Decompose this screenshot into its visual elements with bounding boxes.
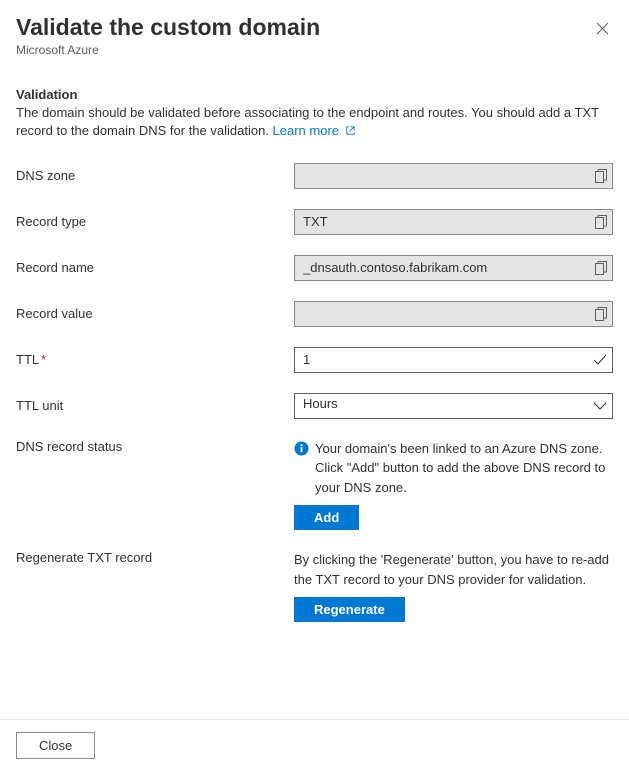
required-asterisk: * [41, 352, 46, 367]
dns-record-status-label: DNS record status [16, 439, 294, 454]
ttl-unit-select[interactable]: Hours [294, 393, 613, 419]
record-type-input [294, 209, 613, 235]
dns-zone-input [294, 163, 613, 189]
close-button[interactable]: Close [16, 732, 95, 759]
record-name-input [294, 255, 613, 281]
ttl-input[interactable] [294, 347, 613, 373]
validation-heading: Validation [16, 87, 613, 102]
ttl-unit-label: TTL unit [16, 398, 294, 413]
regenerate-button[interactable]: Regenerate [294, 597, 405, 622]
copy-icon[interactable] [595, 261, 607, 275]
record-value-input [294, 301, 613, 327]
copy-icon[interactable] [595, 307, 607, 321]
external-link-icon [345, 123, 356, 141]
close-icon[interactable] [592, 18, 613, 40]
record-type-label: Record type [16, 214, 294, 229]
regenerate-label: Regenerate TXT record [16, 550, 294, 565]
dns-status-message: Your domain's been linked to an Azure DN… [315, 439, 613, 498]
footer: Close [0, 719, 629, 771]
regenerate-message: By clicking the 'Regenerate' button, you… [294, 550, 613, 589]
copy-icon[interactable] [595, 215, 607, 229]
validation-description: The domain should be validated before as… [16, 104, 613, 141]
ttl-label: TTL* [16, 352, 294, 367]
dns-zone-label: DNS zone [16, 168, 294, 183]
copy-icon[interactable] [595, 169, 607, 183]
info-icon [294, 441, 309, 462]
record-value-label: Record value [16, 306, 294, 321]
learn-more-link[interactable]: Learn more [273, 123, 356, 138]
record-name-label: Record name [16, 260, 294, 275]
add-button[interactable]: Add [294, 505, 359, 530]
panel-subtitle: Microsoft Azure [16, 43, 613, 57]
panel-title: Validate the custom domain [16, 14, 320, 42]
